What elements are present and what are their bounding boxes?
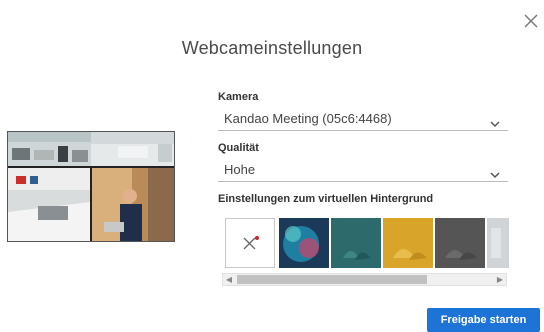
chevron-down-icon xyxy=(490,115,500,133)
background-option-blue-abstract[interactable] xyxy=(279,218,329,268)
background-option-none[interactable] xyxy=(225,218,275,268)
quality-select[interactable]: Hohe xyxy=(218,160,508,182)
camera-preview xyxy=(7,131,175,242)
virtual-background-list xyxy=(218,213,509,273)
close-button[interactable] xyxy=(520,10,542,32)
background-option-teal-plant[interactable] xyxy=(331,218,381,268)
scrollbar-thumb[interactable] xyxy=(237,275,427,284)
camera-select[interactable]: Kandao Meeting (05c6:4468) xyxy=(218,109,508,131)
camera-preview-image xyxy=(8,132,174,241)
scroll-left-icon[interactable]: ◀ xyxy=(223,274,235,285)
no-background-icon xyxy=(243,236,259,250)
virtual-background-label: Einstellungen zum virtuellen Hintergrund xyxy=(218,193,434,205)
background-option-yellow-plant[interactable] xyxy=(383,218,433,268)
quality-select-value: Hohe xyxy=(224,162,256,177)
background-option-light-partial[interactable] xyxy=(487,218,509,268)
background-option-gray-plant[interactable] xyxy=(435,218,485,268)
chevron-down-icon xyxy=(490,166,500,184)
start-sharing-button[interactable]: Freigabe starten xyxy=(427,308,540,332)
quality-label: Qualität xyxy=(218,142,259,154)
close-icon xyxy=(524,14,538,28)
camera-label: Kamera xyxy=(218,91,259,103)
background-list-scrollbar[interactable]: ◀ ▶ xyxy=(222,273,507,286)
dialog-title: Webcameinstellungen xyxy=(181,38,363,58)
camera-select-value: Kandao Meeting (05c6:4468) xyxy=(224,111,392,126)
scroll-right-icon[interactable]: ▶ xyxy=(494,274,506,285)
